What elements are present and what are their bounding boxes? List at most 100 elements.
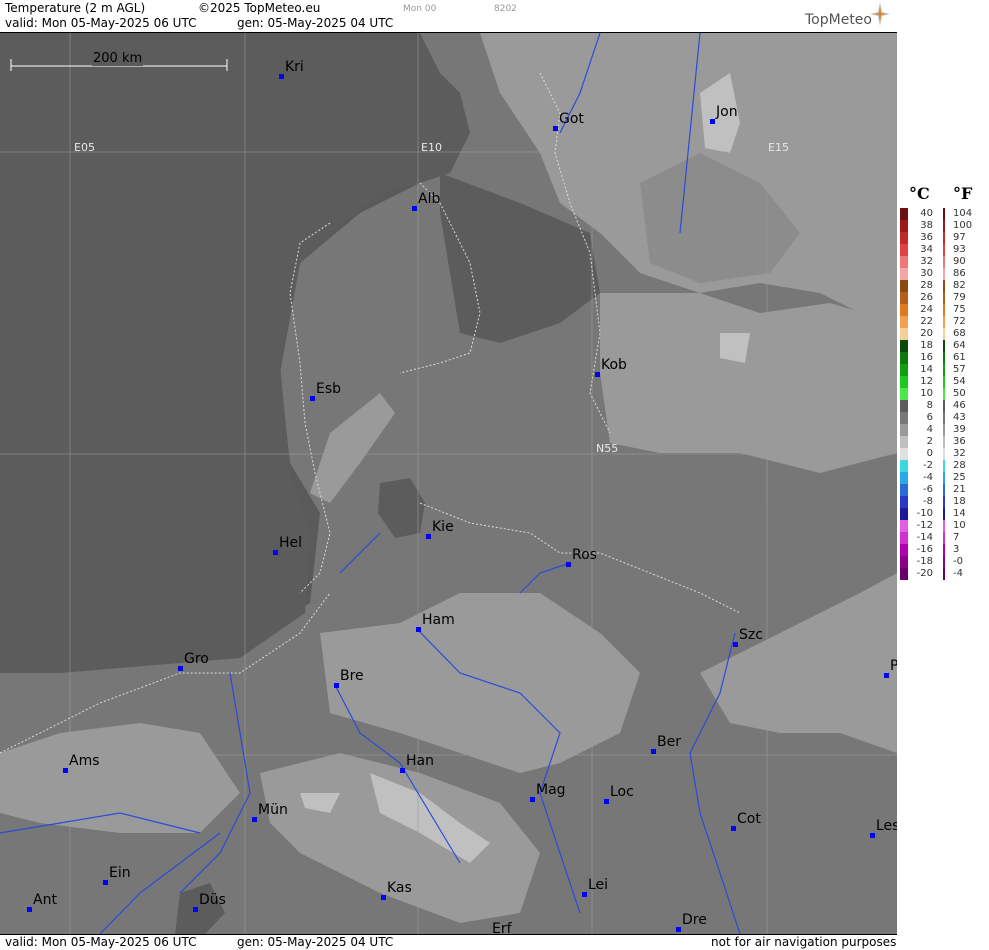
legend-fahrenheit-value: -4: [953, 568, 963, 579]
disclaimer-text: not for air navigation purposes: [711, 935, 897, 949]
legend-fahrenheit-value: 97: [953, 232, 966, 243]
legend-fahrenheit-value: 104: [953, 208, 973, 219]
legend-celsius-value: -10: [916, 508, 933, 519]
legend-swatch: [900, 352, 908, 364]
legend-row: 18 64: [897, 340, 989, 352]
city-marker: [334, 683, 339, 688]
city-label: Kri: [285, 59, 304, 75]
legend-celsius-value: -12: [916, 520, 933, 531]
legend-row: -8 18: [897, 496, 989, 508]
city-label: Mün: [258, 802, 288, 818]
city-marker: [884, 673, 889, 678]
legend-fahrenheit-bar: [943, 316, 945, 328]
map-footer: valid: Mon 05-May-2025 06 UTC gen: 05-Ma…: [0, 934, 897, 950]
legend-fahrenheit-value: 93: [953, 244, 966, 255]
legend-fahrenheit-value: 10: [953, 520, 966, 531]
legend-swatch: [900, 424, 908, 436]
legend-swatch: [900, 400, 908, 412]
city-marker: [530, 797, 535, 802]
legend-fahrenheit-bar: [943, 364, 945, 376]
city-label: Les: [876, 818, 897, 834]
legend-celsius-value: 24: [920, 304, 933, 315]
legend-fahrenheit-value: 79: [953, 292, 966, 303]
legend-fahrenheit-bar: [943, 496, 945, 508]
city-marker: [178, 666, 183, 671]
city-marker: [63, 768, 68, 773]
legend-row: 6 43: [897, 412, 989, 424]
city-marker: [595, 372, 600, 377]
legend-fahrenheit-bar: [943, 208, 945, 220]
grid-label-e15: E15: [768, 141, 789, 154]
legend-celsius-value: 0: [926, 448, 933, 459]
legend-swatch: [900, 316, 908, 328]
legend-row: 2 36: [897, 436, 989, 448]
legend-celsius-value: 38: [920, 220, 933, 231]
city-label: Gro: [184, 651, 209, 667]
legend-fahrenheit-bar: [943, 520, 945, 532]
legend-swatch: [900, 556, 908, 568]
legend-row: 14 57: [897, 364, 989, 376]
legend-row: -16 3: [897, 544, 989, 556]
legend-fahrenheit-value: 3: [953, 544, 960, 555]
city-marker: [27, 907, 32, 912]
legend-celsius-value: -18: [916, 556, 933, 567]
legend-fahrenheit-value: 25: [953, 472, 966, 483]
legend-row: 10 50: [897, 388, 989, 400]
legend-row: -14 7: [897, 532, 989, 544]
legend-fahrenheit-value: 68: [953, 328, 966, 339]
legend-fahrenheit-unit: °F: [953, 184, 973, 203]
legend-fahrenheit-bar: [943, 340, 945, 352]
scale-label: 200 km: [92, 51, 144, 66]
legend-row: -12 10: [897, 520, 989, 532]
legend-celsius-value: 20: [920, 328, 933, 339]
legend-fahrenheit-value: 39: [953, 424, 966, 435]
legend-row: 28 82: [897, 280, 989, 292]
generated-time: gen: 05-May-2025 04 UTC: [237, 16, 394, 30]
city-marker: [279, 74, 284, 79]
city-label: Kie: [432, 519, 454, 535]
legend-swatch: [900, 496, 908, 508]
legend-swatch: [900, 544, 908, 556]
legend-fahrenheit-value: 75: [953, 304, 966, 315]
city-marker: [733, 642, 738, 647]
legend-fahrenheit-bar: [943, 472, 945, 484]
legend-celsius-unit: °C: [909, 184, 930, 203]
legend-fahrenheit-value: 64: [953, 340, 966, 351]
city-marker: [604, 799, 609, 804]
city-marker: [426, 534, 431, 539]
legend-row: 30 86: [897, 268, 989, 280]
city-marker: [731, 826, 736, 831]
legend-celsius-value: 22: [920, 316, 933, 327]
temperature-map[interactable]: 200 km E05 E10 E15 N55 Kri Got Jon Alb K…: [0, 33, 897, 934]
legend-fahrenheit-value: 21: [953, 484, 966, 495]
grid-label-e10: E10: [421, 141, 442, 154]
legend-swatch: [900, 364, 908, 376]
map-title: Temperature (2 m AGL): [5, 1, 146, 15]
legend-swatch: [900, 220, 908, 232]
topmeteo-logo: TopMeteo: [805, 12, 872, 28]
legend-celsius-value: 40: [920, 208, 933, 219]
city-label: Kas: [387, 880, 412, 896]
city-marker: [870, 833, 875, 838]
legend-swatch: [900, 448, 908, 460]
city-marker: [553, 126, 558, 131]
legend-fahrenheit-value: 28: [953, 460, 966, 471]
legend-row: 0 32: [897, 448, 989, 460]
legend-celsius-value: -14: [916, 532, 933, 543]
city-marker: [582, 892, 587, 897]
legend-fahrenheit-value: 100: [953, 220, 973, 231]
legend-swatch: [900, 412, 908, 424]
footer-valid-time: valid: Mon 05-May-2025 06 UTC: [5, 935, 197, 949]
legend-fahrenheit-value: 86: [953, 268, 966, 279]
legend-row: 20 68: [897, 328, 989, 340]
run-code: 8202: [494, 4, 517, 14]
city-marker: [273, 550, 278, 555]
legend-fahrenheit-value: 61: [953, 352, 966, 363]
legend-fahrenheit-bar: [943, 280, 945, 292]
temperature-legend: TopMeteo °C °F 40 104 38 100 36 97 34 93 32 90 30 8…: [805, 0, 989, 949]
city-marker: [651, 749, 656, 754]
legend-row: 12 54: [897, 376, 989, 388]
city-label: Ams: [69, 753, 100, 769]
city-label: Ham: [422, 612, 455, 628]
city-label: Ros: [572, 547, 597, 563]
